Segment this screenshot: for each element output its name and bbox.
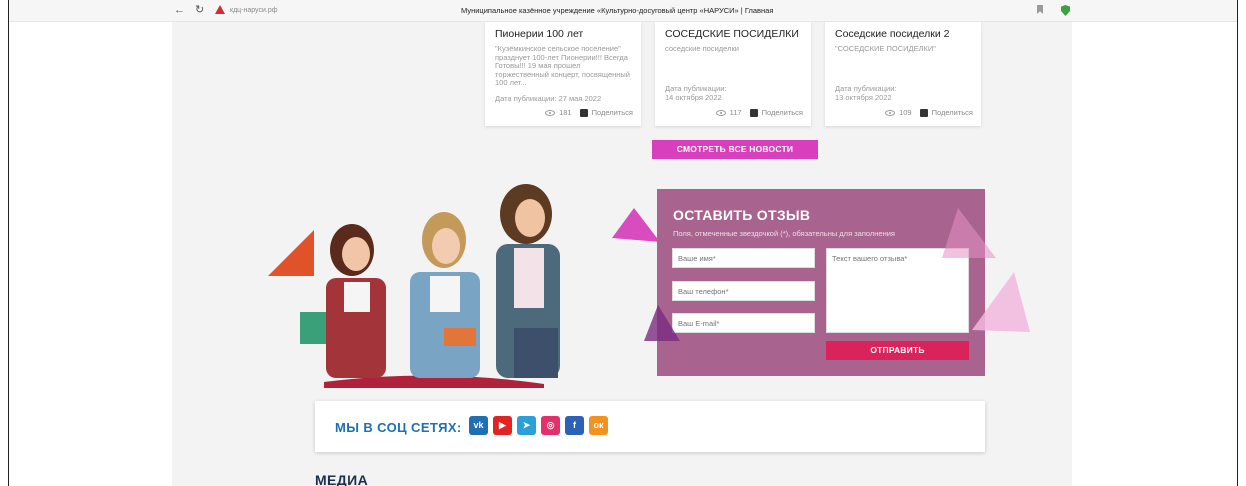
share-icon[interactable] (749, 108, 758, 117)
phone-field[interactable] (672, 281, 815, 301)
feedback-form-hint: Поля, отмеченные звездочкой (*), обязате… (673, 229, 895, 238)
news-card-date: Дата публикации: 27 мая 2022 (495, 94, 602, 103)
news-card-title[interactable]: СОСЕДСКИЕ ПОСИДЕЛКИ (665, 28, 799, 40)
eye-icon (885, 109, 896, 116)
shield-icon[interactable] (1061, 5, 1070, 16)
pink-triangle-icon (972, 272, 1030, 332)
address-bar-url[interactable]: кдц-наруси.рф (230, 7, 278, 14)
back-icon[interactable]: ← (174, 4, 185, 16)
vk-icon[interactable]: vk (469, 416, 488, 435)
news-card[interactable]: Пионерии 100 лет "Кузёмкинское сельское … (485, 22, 641, 126)
share-icon[interactable] (579, 108, 588, 117)
view-count: 181 (559, 108, 572, 117)
pink-triangle-icon (942, 208, 996, 258)
facebook-icon[interactable]: f (565, 416, 584, 435)
instagram-icon[interactable]: ◎ (541, 416, 560, 435)
pink-triangle-icon (612, 208, 660, 242)
name-field[interactable] (672, 248, 815, 268)
view-count: 109 (899, 108, 912, 117)
purple-triangle-icon (644, 305, 680, 341)
eye-icon (545, 109, 556, 116)
insecure-warning-icon[interactable] (215, 5, 225, 14)
browser-window: ← ↻ кдц-наруси.рф Муниципальное казённое… (8, 0, 1238, 486)
share-link[interactable]: Поделиться (592, 108, 633, 117)
bookmark-icon[interactable] (1037, 5, 1043, 14)
news-card-footer: 117 Поделиться (715, 108, 803, 117)
news-card[interactable]: Соседские посиделки 2 "СОСЕДСКИЕ ПОСИДЕЛ… (825, 22, 981, 126)
view-count: 117 (729, 108, 742, 117)
feedback-form-title: ОСТАВИТЬ ОТЗЫВ (673, 207, 811, 223)
all-news-button[interactable]: СМОТРЕТЬ ВСЕ НОВОСТИ (652, 140, 818, 159)
news-card-title[interactable]: Пионерии 100 лет (495, 28, 583, 40)
news-card-footer: 181 Поделиться (545, 108, 633, 117)
students-illustration (300, 184, 560, 388)
browser-toolbar: ← ↻ кдц-наруси.рф Муниципальное казённое… (9, 0, 1237, 22)
share-link[interactable]: Поделиться (932, 108, 973, 117)
odnoklassniki-icon[interactable]: ок (589, 416, 608, 435)
page-title: Муниципальное казённое учреждение «Культ… (461, 6, 774, 15)
social-label: МЫ В СОЦ СЕТЯХ: (335, 420, 462, 435)
youtube-icon[interactable]: ▶ (493, 416, 512, 435)
news-card-title[interactable]: Соседские посиделки 2 (835, 28, 949, 40)
message-field[interactable] (826, 248, 969, 333)
eye-icon (715, 109, 726, 116)
news-card-date: Дата публикации: 13 октября 2022 (835, 84, 897, 102)
share-link[interactable]: Поделиться (762, 108, 803, 117)
telegram-icon[interactable]: ➤ (517, 416, 536, 435)
news-card-text: "СОСЕДСКИЕ ПОСИДЕЛКИ" (835, 44, 936, 53)
news-card-date: Дата публикации: 14 октября 2022 (665, 84, 727, 102)
submit-button[interactable]: ОТПРАВИТЬ (826, 341, 969, 360)
share-icon[interactable] (919, 108, 928, 117)
media-section-heading: МЕДИА (315, 472, 369, 486)
page-content: Пионерии 100 лет "Кузёмкинское сельское … (172, 22, 1072, 486)
reload-icon[interactable]: ↻ (195, 4, 204, 16)
news-card-text: соседские посиделки (665, 44, 739, 53)
email-field[interactable] (672, 313, 815, 333)
news-card-text: "Кузёмкинское сельское поселение" праздн… (495, 44, 630, 87)
feedback-form: ОСТАВИТЬ ОТЗЫВ Поля, отмеченные звездочк… (657, 189, 985, 376)
news-card-footer: 109 Поделиться (885, 108, 973, 117)
news-card[interactable]: СОСЕДСКИЕ ПОСИДЕЛКИ соседские посиделки … (655, 22, 811, 126)
social-links-box: МЫ В СОЦ СЕТЯХ: vk ▶ ➤ ◎ f ок (315, 401, 985, 452)
